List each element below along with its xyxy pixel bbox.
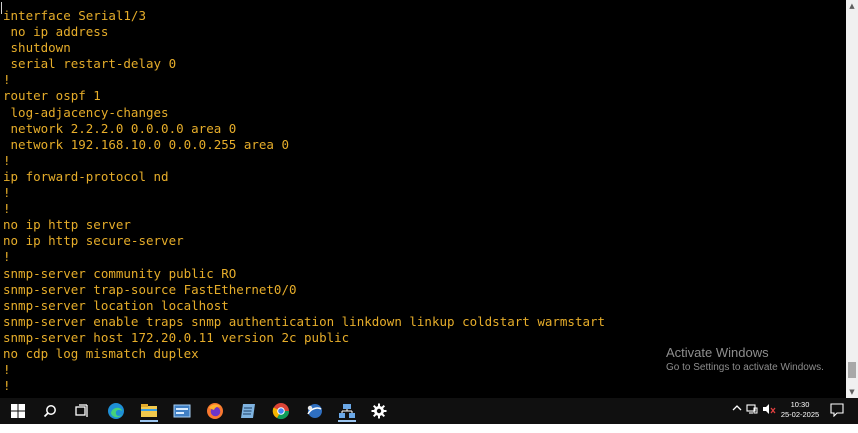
terminal-line: no cdp log mismatch duplex [3,345,199,361]
terminal-line: no ip address [3,24,109,40]
network-app-icon[interactable] [334,400,360,422]
terminal-line: snmp-server enable traps snmp authentica… [3,313,606,329]
chrome-icon[interactable] [268,400,294,422]
terminal-app-icon[interactable] [169,400,195,422]
notification-icon[interactable] [830,403,844,420]
settings-gear-icon[interactable] [366,400,392,422]
terminal-line: ! [3,152,11,168]
terminal-line: snmp-server location localhost [3,297,229,313]
edge-browser-icon[interactable] [103,400,129,422]
scroll-down-arrow-icon[interactable]: ▼ [846,386,858,398]
watermark-subtitle: Go to Settings to activate Windows. [666,362,824,373]
terminal-line: log-adjacency-changes [3,104,169,120]
terminal-line: shutdown [3,40,71,56]
terminal-line: ! [3,185,11,201]
chevron-up-icon[interactable] [732,403,742,416]
terminal-line: snmp-server host 172.20.0.11 version 2c … [3,329,350,345]
terminal-line: serial restart-delay 0 [3,56,177,72]
speaker-muted-icon[interactable] [762,403,776,418]
text-cursor [1,2,2,14]
scrollbar-thumb[interactable] [848,362,856,378]
taskbar-clock[interactable]: 10:30 25-02-2025 [778,400,822,420]
search-icon[interactable] [37,400,63,422]
terminal-line: no ip http server [3,217,131,233]
clock-date: 25-02-2025 [780,410,820,419]
watermark-title: Activate Windows [666,345,769,360]
scroll-up-arrow-icon[interactable]: ▲ [846,0,858,12]
taskbar: 10:30 25-02-2025 [0,398,858,424]
terminal-line: ip forward-protocol nd [3,168,169,184]
network-tray-icon[interactable] [746,403,758,418]
terminal-line: no ip http secure-server [3,233,184,249]
vertical-scrollbar[interactable]: ▲ ▼ [846,0,858,398]
windows-start-icon[interactable] [5,400,31,422]
task-view-icon[interactable] [69,400,95,422]
terminal-line: ! [3,249,11,265]
terminal-line: snmp-server community public RO [3,265,237,281]
terminal-output: interface Serial1/3 no ip address shutdo… [3,8,605,394]
terminal-line: ! [3,201,11,217]
file-explorer-icon[interactable] [136,400,162,422]
terminal-line: ! [3,378,11,394]
clock-time: 10:30 [790,400,810,409]
terminal-line: ! [3,362,11,378]
firefox-icon[interactable] [202,400,228,422]
notepad-app-icon[interactable] [235,400,261,422]
terminal-line: ! [3,72,11,88]
terminal-window[interactable]: interface Serial1/3 no ip address shutdo… [0,0,846,398]
bottom-edge [0,424,858,433]
app-globe-icon[interactable] [301,400,327,422]
terminal-line: network 192.168.10.0 0.0.0.255 area 0 [3,136,289,152]
terminal-line: interface Serial1/3 [3,8,146,23]
activate-windows-watermark: Activate Windows Go to Settings to activ… [666,345,824,375]
terminal-line: router ospf 1 [3,88,101,104]
terminal-line: snmp-server trap-source FastEthernet0/0 [3,281,297,297]
terminal-line: network 2.2.2.0 0.0.0.0 area 0 [3,120,237,136]
